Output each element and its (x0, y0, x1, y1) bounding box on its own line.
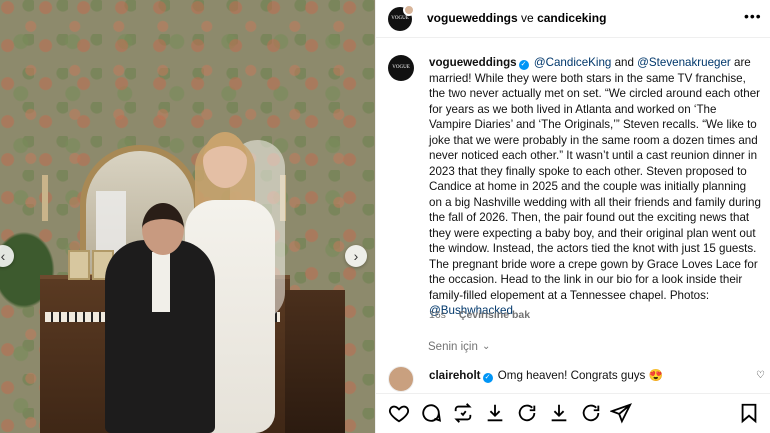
post-photo[interactable]: ‹ › (0, 0, 375, 433)
header-account-secondary[interactable]: candiceking (537, 11, 606, 25)
picture-frame-1 (68, 250, 90, 280)
translate-link[interactable]: Çevirisine bak (459, 309, 530, 321)
caption-avatar[interactable]: VOGUE (388, 55, 414, 81)
comment-username[interactable]: claireholt (429, 369, 481, 382)
mention-steven[interactable]: @Stevenakrueger (637, 56, 731, 69)
post-caption: vogueweddings ✓ @CandiceKing and @Stevena… (429, 55, 761, 319)
header-accounts: vogueweddings ve candiceking (427, 11, 606, 25)
verified-badge-icon: ✓ (518, 60, 529, 70)
comment-item: claireholt ✓ Omg heaven! Congrats guys 😍 (429, 368, 663, 383)
action-bar (376, 393, 770, 433)
post-time: 16s (429, 309, 446, 321)
repost-icon[interactable] (452, 402, 474, 424)
carousel-next-icon[interactable]: › (345, 245, 367, 267)
wall-sconce-left (42, 175, 48, 221)
post-side-panel: VOGUE vogueweddings ve candiceking ••• V… (375, 0, 770, 433)
share-icon[interactable] (609, 402, 632, 424)
groom-shirt (152, 252, 170, 312)
download-icon[interactable] (484, 402, 506, 424)
comment-emoji: 😍 (648, 369, 664, 382)
wooden-chair (285, 290, 345, 433)
verified-badge-icon: ✓ (482, 373, 493, 383)
caption-and: and (611, 56, 638, 69)
refresh-icon-2[interactable] (580, 402, 602, 424)
heart-icon[interactable] (388, 402, 410, 424)
mention-candice[interactable]: @CandiceKing (534, 56, 612, 69)
refresh-icon[interactable] (516, 402, 538, 424)
caption-body: are married! While they were both stars … (429, 56, 761, 302)
header-account-primary[interactable]: vogueweddings (427, 11, 518, 25)
bride-head (203, 132, 247, 188)
header-connector: ve (521, 11, 534, 25)
download-icon-2[interactable] (548, 402, 570, 424)
chevron-down-icon[interactable]: ⌄ (482, 341, 490, 352)
comment-like-icon[interactable]: ♡ (756, 370, 765, 381)
comment-text: Omg heaven! Congrats guys (497, 369, 646, 382)
collab-avatar[interactable] (403, 4, 415, 16)
bookmark-icon[interactable] (738, 402, 760, 424)
groom-head (142, 203, 184, 255)
for-you-sort[interactable]: Senin için (428, 341, 478, 353)
more-options-icon[interactable]: ••• (744, 8, 762, 24)
comment-icon[interactable] (420, 402, 442, 424)
commenter-avatar[interactable] (388, 366, 414, 392)
caption-username[interactable]: vogueweddings (429, 56, 517, 69)
caption-meta: 16s Çevirisine bak (429, 309, 530, 321)
post-header: VOGUE vogueweddings ve candiceking ••• (376, 0, 770, 38)
